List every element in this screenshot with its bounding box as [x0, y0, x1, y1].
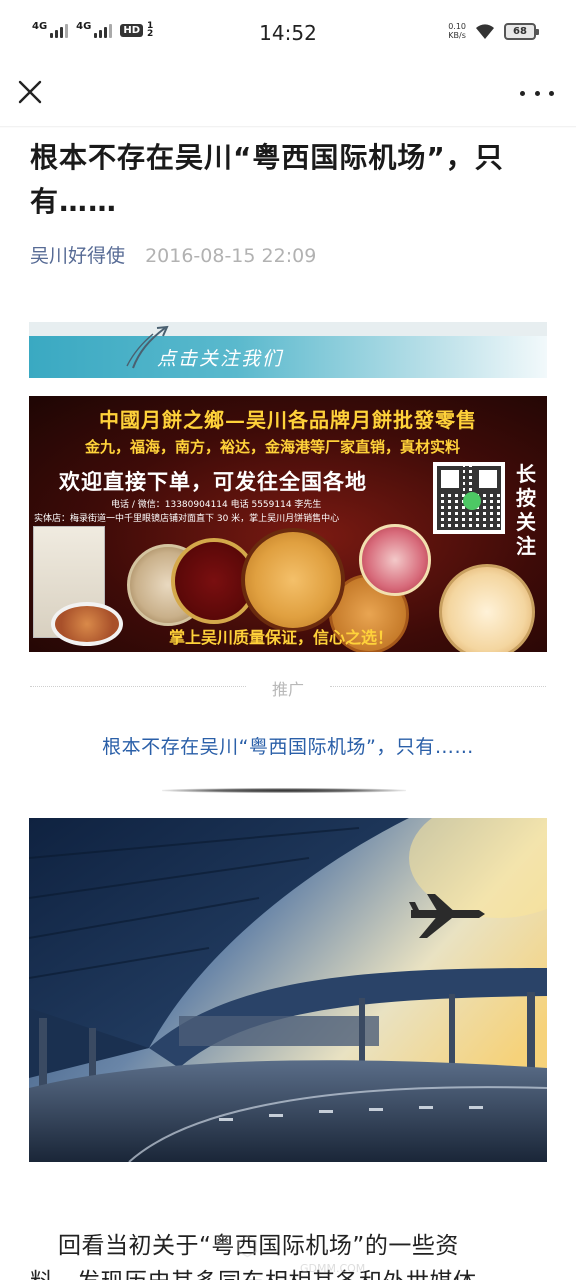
- ad-long-press-follow: 长按关注: [516, 462, 536, 558]
- publish-date: 2016-08-15 22:09: [145, 245, 317, 267]
- article-meta: 吴川好得使 2016-08-15 22:09: [30, 242, 316, 270]
- wifi-icon: [476, 24, 494, 39]
- mooncake-plate-image: [51, 602, 123, 646]
- promotion-divider: 推广: [30, 674, 546, 699]
- battery-level: 68: [513, 25, 527, 37]
- watermark-text: GDMM.COM: [300, 1262, 366, 1275]
- close-icon[interactable]: [16, 78, 44, 106]
- watermark-logo: ⬡: [236, 1232, 259, 1262]
- mooncake-ad-image[interactable]: 中國月餅之鄉—吴川各品牌月餅批發零售 金九，福海，南方，裕达，金海港等厂家直销，…: [29, 396, 547, 652]
- mooncake-tin-image: [439, 564, 535, 652]
- follow-us-banner[interactable]: 点击关注我们: [29, 322, 547, 378]
- airport-image[interactable]: [29, 818, 547, 1162]
- more-dots-icon[interactable]: [520, 88, 554, 98]
- status-right: 0.10 KB/s 68: [448, 22, 539, 40]
- article-paragraph-cont: 料，发现历史其多同东相相其各和外世媒体: [30, 1264, 550, 1280]
- mooncake-tin-image: [359, 524, 431, 596]
- top-nav: [0, 66, 576, 126]
- follow-us-text: 点击关注我们: [157, 348, 284, 370]
- promotion-link[interactable]: 根本不存在吴川“粤西国际机场”，只有……: [0, 732, 576, 759]
- ad-store-address: 实体店：梅录街道一中千里眼镜店铺对面直下 30 米，掌上吴川月饼销售中心: [34, 514, 340, 524]
- qr-code-icon: [433, 462, 505, 534]
- ad-headline: 中國月餅之鄉—吴川各品牌月餅批發零售: [99, 408, 477, 432]
- promotion-label: 推广: [271, 680, 304, 699]
- ad-contact: 电话 / 微信：13380904114 电话 5559114 李先生: [111, 500, 322, 510]
- ad-guarantee: 掌上吴川质量保证，信心之选！: [169, 628, 394, 647]
- ad-main-slogan: 欢迎直接下单，可发往全国各地: [59, 470, 367, 494]
- network-speed: 0.10 KB/s: [448, 22, 466, 40]
- author-link[interactable]: 吴川好得使: [30, 245, 125, 267]
- promotion-divider-line: [162, 788, 406, 793]
- article-title: 根本不存在吴川“粤西国际机场”，只有……: [30, 141, 504, 218]
- battery-icon: 68: [504, 22, 539, 40]
- mooncake-image: [241, 528, 345, 632]
- ad-brands: 金九，福海，南方，裕达，金海港等厂家直销，真材实料: [85, 438, 461, 456]
- status-bar: 4G 4G HD 12 14:52 0.10 KB/s 68: [0, 0, 576, 66]
- airport-illustration: [29, 818, 547, 1162]
- nav-divider: [0, 126, 576, 128]
- article-paragraph: 回看当初关于“粤西国际机场”的一些资: [58, 1233, 459, 1259]
